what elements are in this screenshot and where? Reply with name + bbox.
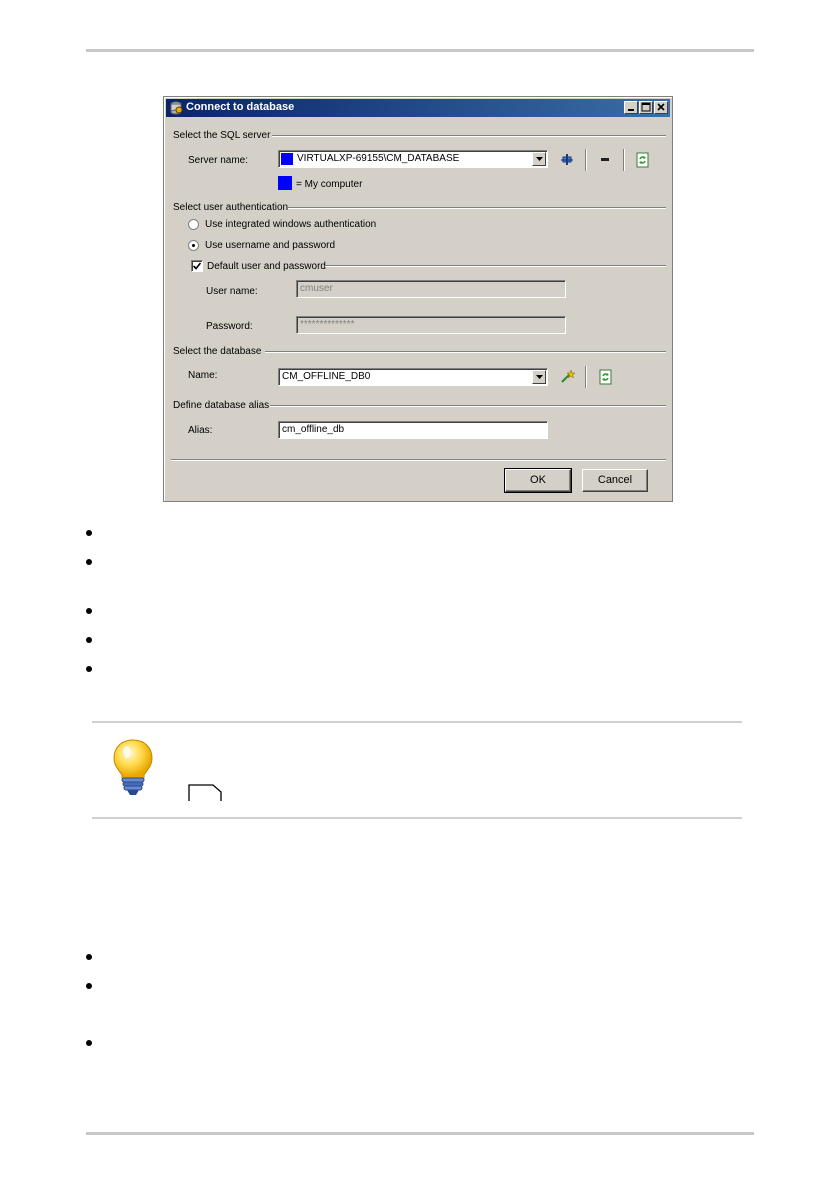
dialog-titlebar[interactable]: Connect to database bbox=[166, 99, 670, 117]
windows-auth-radio[interactable] bbox=[188, 219, 199, 230]
list-bullet bbox=[86, 983, 92, 989]
username-field[interactable]: cmuser bbox=[296, 280, 566, 298]
tip-top-rule bbox=[92, 721, 742, 723]
chevron-down-icon bbox=[536, 375, 543, 379]
refresh-databases-button[interactable] bbox=[597, 368, 615, 386]
page-reference-icon bbox=[188, 784, 222, 801]
cancel-button[interactable]: Cancel bbox=[582, 469, 648, 492]
server-name-label: Server name: bbox=[188, 155, 249, 166]
password-auth-radio[interactable] bbox=[188, 240, 199, 251]
toolbar-separator bbox=[585, 149, 587, 171]
new-database-icon bbox=[561, 369, 576, 383]
list-bullet bbox=[86, 1040, 92, 1046]
alias-field[interactable]: cm_offline_db bbox=[278, 421, 548, 439]
alias-divider bbox=[270, 405, 666, 407]
maximize-icon bbox=[641, 102, 651, 112]
list-bullet bbox=[86, 954, 92, 960]
sql-server-heading: Select the SQL server bbox=[173, 130, 271, 141]
new-database-button[interactable] bbox=[559, 368, 577, 386]
toolbar-separator bbox=[623, 149, 625, 171]
list-bullet bbox=[86, 608, 92, 614]
password-label: Password: bbox=[206, 321, 253, 332]
remove-server-button[interactable] bbox=[597, 151, 615, 169]
username-label: User name: bbox=[206, 286, 258, 297]
alias-heading: Define database alias bbox=[173, 400, 270, 411]
database-name-value: CM_OFFLINE_DB0 bbox=[282, 371, 371, 382]
username-value: cmuser bbox=[300, 283, 333, 294]
database-heading: Select the database bbox=[173, 346, 262, 357]
default-user-label[interactable]: Default user and password bbox=[207, 261, 326, 272]
default-user-checkbox[interactable] bbox=[191, 260, 203, 272]
database-name-combo[interactable]: CM_OFFLINE_DB0 bbox=[278, 368, 548, 386]
close-button[interactable] bbox=[654, 101, 668, 114]
chevron-down-icon bbox=[536, 157, 543, 161]
password-value: ************** bbox=[300, 319, 355, 330]
tip-bottom-rule bbox=[92, 817, 742, 819]
database-divider bbox=[265, 351, 666, 353]
remove-server-icon bbox=[601, 158, 609, 161]
alias-value: cm_offline_db bbox=[282, 424, 345, 435]
server-name-value: VIRTUALXP-69155\CM_DATABASE bbox=[297, 153, 460, 164]
close-icon bbox=[657, 103, 665, 111]
app-icon bbox=[170, 101, 183, 115]
refresh-icon bbox=[599, 369, 612, 385]
default-user-divider bbox=[325, 265, 666, 267]
refresh-servers-button[interactable] bbox=[634, 151, 652, 169]
password-auth-label[interactable]: Use username and password bbox=[205, 240, 335, 251]
my-computer-swatch bbox=[281, 153, 293, 165]
add-server-button[interactable] bbox=[559, 151, 577, 169]
auth-divider bbox=[288, 207, 666, 209]
auth-heading: Select user authentication bbox=[173, 202, 289, 213]
my-computer-legend: = My computer bbox=[296, 179, 363, 190]
my-computer-legend-swatch bbox=[278, 176, 292, 190]
page-footer-rule bbox=[86, 1132, 754, 1135]
checkmark-icon bbox=[193, 262, 201, 270]
windows-auth-label[interactable]: Use integrated windows authentication bbox=[205, 219, 376, 230]
connect-database-dialog: Connect to database Select the SQL serve… bbox=[163, 96, 673, 502]
list-bullet bbox=[86, 666, 92, 672]
page-header-rule bbox=[86, 49, 754, 52]
button-bar-divider bbox=[171, 459, 666, 461]
alias-label: Alias: bbox=[188, 425, 213, 436]
list-bullet bbox=[86, 530, 92, 536]
minimize-icon bbox=[628, 109, 634, 111]
lightbulb-icon bbox=[113, 739, 153, 795]
list-bullet bbox=[86, 559, 92, 565]
radio-selected-dot bbox=[192, 244, 195, 247]
password-field[interactable]: ************** bbox=[296, 316, 566, 334]
database-dropdown-button[interactable] bbox=[532, 370, 546, 384]
refresh-icon bbox=[636, 152, 649, 168]
maximize-button[interactable] bbox=[639, 101, 653, 114]
database-name-label: Name: bbox=[188, 370, 218, 381]
sql-server-divider bbox=[272, 135, 666, 137]
server-name-combo[interactable]: VIRTUALXP-69155\CM_DATABASE bbox=[278, 150, 548, 168]
dialog-title: Connect to database bbox=[186, 101, 295, 113]
list-bullet bbox=[86, 637, 92, 643]
minimize-button[interactable] bbox=[624, 101, 638, 114]
ok-button[interactable]: OK bbox=[504, 468, 572, 493]
toolbar-separator bbox=[585, 366, 587, 388]
server-dropdown-button[interactable] bbox=[532, 152, 546, 166]
add-server-icon bbox=[561, 154, 573, 165]
